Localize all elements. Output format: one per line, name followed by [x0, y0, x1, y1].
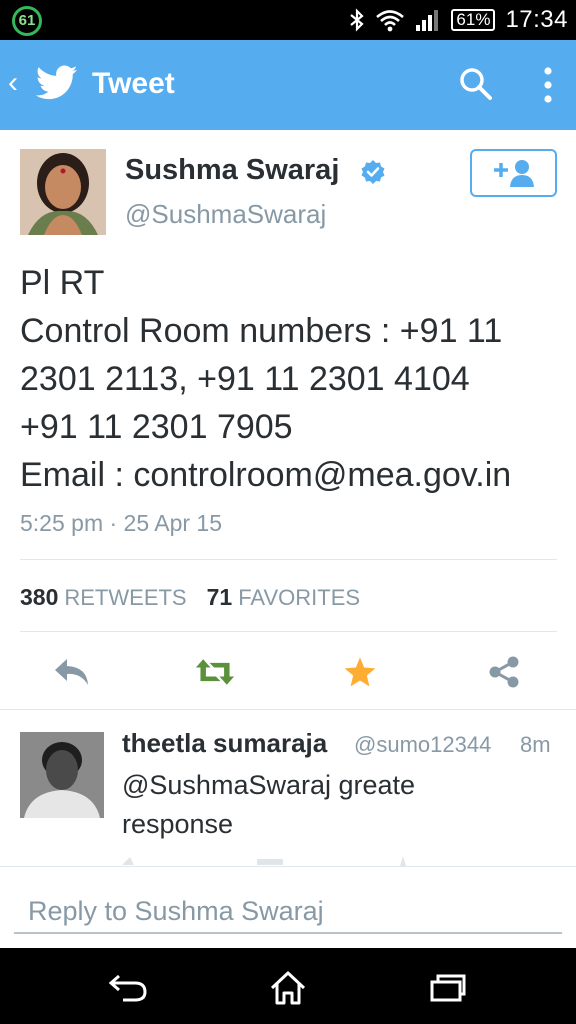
favorites-label: FAVORITES — [238, 585, 361, 610]
tweet-text-line: Control Room numbers : +91 11 — [20, 312, 503, 350]
reply-author-name[interactable]: theetla sumaraja — [122, 728, 327, 759]
author-name[interactable]: Sushma Swaraj — [125, 154, 339, 187]
reply-input[interactable] — [14, 890, 562, 934]
back-icon[interactable]: ‹ — [8, 68, 18, 98]
app-bar: ‹ Tweet — [0, 40, 576, 130]
reply-text-line: response — [122, 809, 234, 839]
retweets-label: RETWEETS — [64, 585, 187, 610]
system-nav-bar — [0, 948, 576, 1024]
reply-composer — [0, 866, 576, 948]
status-icons: 61% 17:34 — [349, 0, 568, 40]
favorites-stat[interactable]: 71 FAVORITES — [207, 584, 360, 611]
tweet-text-line: +91 11 2301 7905 — [20, 408, 293, 446]
signal-icon — [416, 10, 439, 31]
tweet-stats: 380 RETWEETS 71 FAVORITES — [20, 584, 360, 611]
retweet-icon[interactable] — [195, 652, 235, 692]
tweet-text: Pl RT Control Room numbers : +91 11 2301… — [20, 259, 566, 499]
reply-author-handle[interactable]: @sumo12344 — [354, 732, 491, 758]
tweet-text-line: Email : controlroom@mea.gov.in — [20, 456, 512, 494]
more-vert-icon[interactable] — [540, 66, 556, 104]
reply-time: 8m — [520, 732, 551, 757]
battery-level: 61% — [456, 10, 491, 29]
author-avatar[interactable] — [20, 149, 106, 235]
retweets-count: 380 — [20, 584, 59, 610]
reply-text-line: @SushmaSwaraj greate — [122, 770, 416, 800]
add-user-icon — [493, 160, 534, 187]
status-bar: 61 61% 17:34 — [0, 0, 576, 40]
recents-nav-icon[interactable] — [426, 968, 470, 1008]
tweet-timestamp: 5:25 pm · 25 Apr 15 — [20, 510, 223, 536]
reply-icon[interactable] — [52, 652, 92, 692]
verified-badge-icon — [361, 160, 385, 184]
tweet-text-line: 2301 2113, +91 11 2301 4104 — [20, 360, 470, 398]
bluetooth-icon — [350, 8, 365, 32]
favorites-count: 71 — [206, 584, 233, 610]
page-title: Tweet — [92, 67, 175, 100]
retweets-stat[interactable]: 380 RETWEETS — [20, 584, 187, 611]
divider — [20, 559, 557, 560]
favorite-star-icon[interactable] — [340, 652, 380, 692]
tweet-text-line: Pl RT — [20, 264, 105, 302]
status-time: 17:34 — [505, 6, 568, 33]
follow-button[interactable] — [470, 149, 557, 197]
battery-icon: 61% — [451, 9, 496, 31]
share-icon[interactable] — [484, 652, 524, 692]
author-handle[interactable]: @SushmaSwaraj — [125, 199, 326, 230]
wifi-icon — [376, 10, 405, 32]
notification-badge: 61 — [12, 6, 42, 36]
divider — [20, 631, 557, 632]
reply-avatar[interactable] — [20, 732, 104, 818]
divider — [0, 709, 576, 710]
search-icon[interactable] — [458, 66, 494, 102]
reply-text: @SushmaSwaraj greate response — [122, 766, 562, 844]
home-nav-icon[interactable] — [266, 968, 310, 1008]
back-nav-icon[interactable] — [106, 968, 150, 1008]
twitter-bird-icon[interactable] — [36, 64, 78, 102]
